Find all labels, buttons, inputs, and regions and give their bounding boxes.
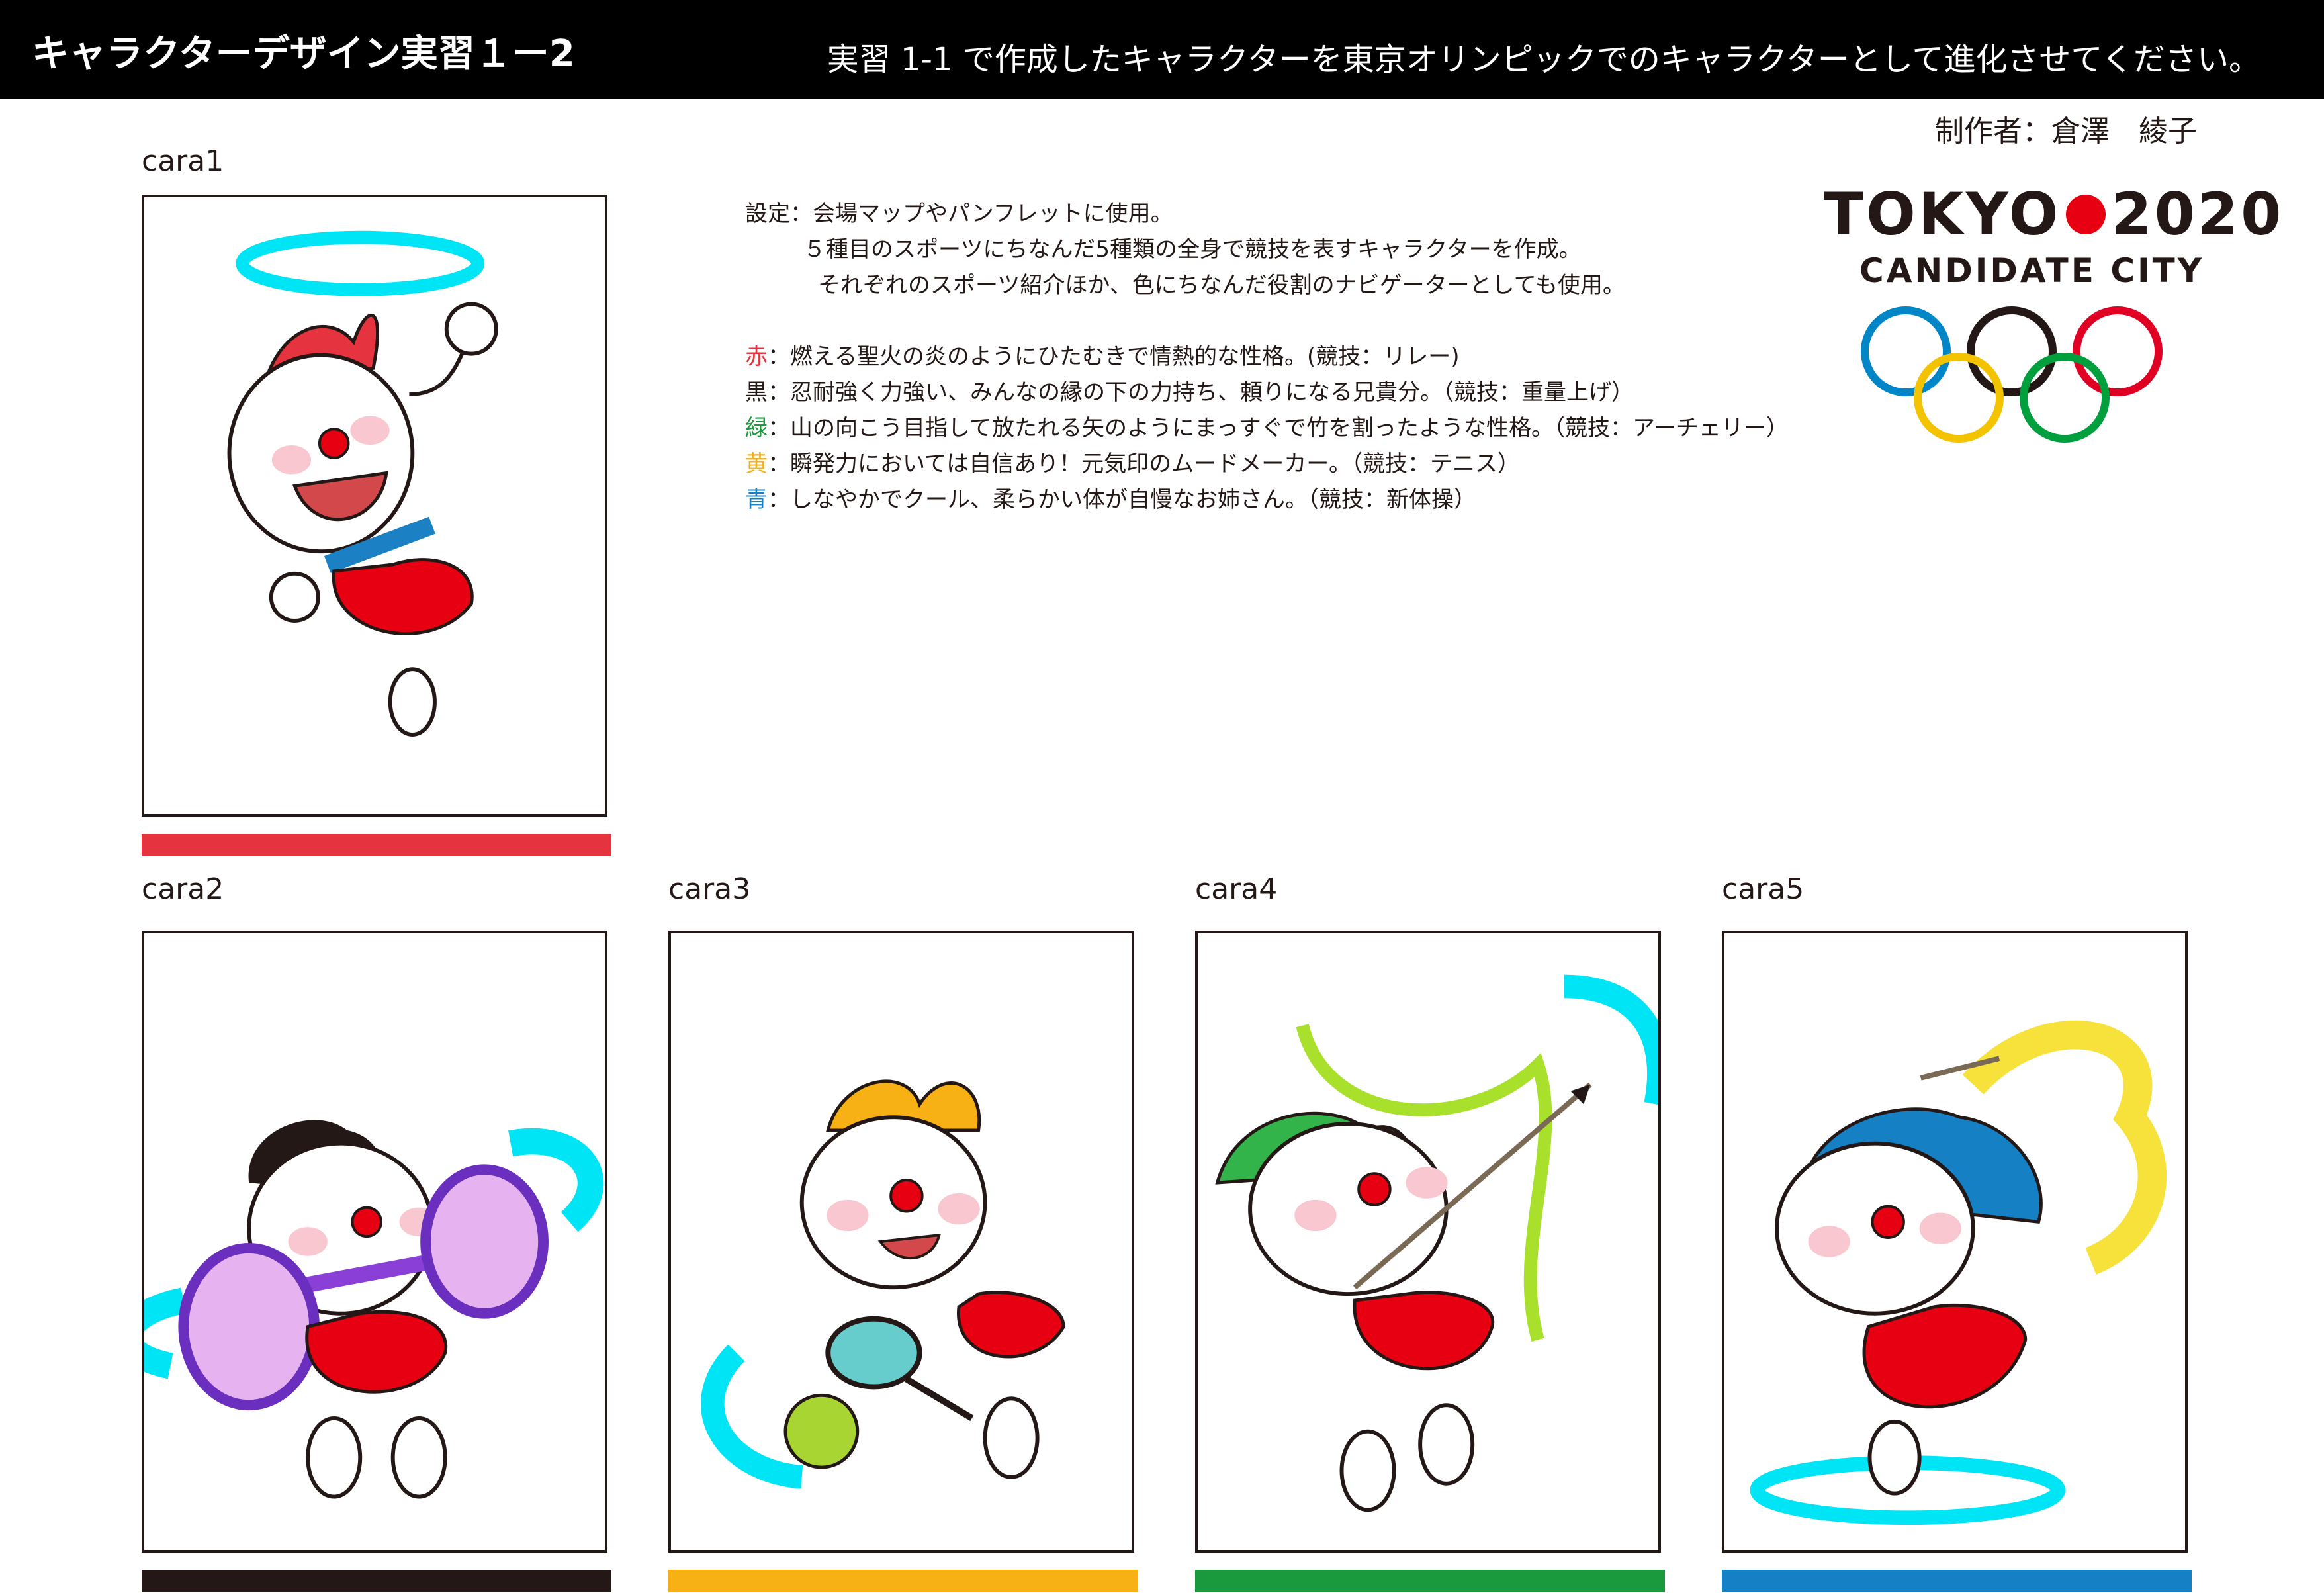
card-label-cara4: cara4: [1195, 872, 1278, 906]
role-text-black: ：忍耐強く力強い、みんなの縁の下の力持ち、頼りになる兄貴分。（競技：重量上げ）: [768, 379, 1634, 406]
role-key-green: 緑: [745, 415, 768, 441]
card-cara3: [668, 931, 1134, 1553]
color-bar-black: [142, 1570, 611, 1592]
rising-sun-dot-icon: [2066, 195, 2106, 235]
task-description: 実習 1-1 で作成したキャラクターを東京オリンピックでのキャラクターとして進化…: [827, 41, 2260, 78]
role-red: 赤：燃える聖火の炎のようにひたむきで情熱的な性格。(競技：リレー): [745, 339, 1789, 375]
role-black: 黒：忍耐強く力強い、みんなの縁の下の力持ち、頼りになる兄貴分。（競技：重量上げ）: [745, 375, 1789, 410]
role-key-yellow: 黄: [745, 451, 768, 477]
logo-candidate-city: CANDIDATE CITY: [1859, 251, 2204, 290]
card-label-cara1: cara1: [142, 144, 224, 178]
archery-character-icon: [1215, 974, 1658, 1512]
color-bar-green: [1195, 1570, 1665, 1592]
role-yellow: 黄：瞬発力においては自信あり！元気印のムードメーカー。（競技：テニス）: [745, 446, 1789, 482]
color-bar-yellow: [668, 1570, 1138, 1592]
role-key-red: 赤: [745, 343, 768, 370]
card-cara1: [142, 195, 607, 817]
olympic-rings-icon: [1861, 306, 2163, 443]
weightlifting-character-icon: [144, 1120, 604, 1499]
color-bar-blue: [1722, 1570, 2192, 1592]
role-key-black: 黒: [745, 379, 768, 406]
logo-wordmark: TOKYO 2020: [1824, 180, 2284, 248]
card-cara4: [1195, 931, 1661, 1553]
role-text-green: ：山の向こう目指して放たれる矢のようにまっすぐで竹を割ったような性格。（競技：ア…: [768, 415, 1789, 441]
settings-line-3: それぞれのスポーツ紹介ほか、色にちなんだ役割のナビゲーターとしても使用。: [818, 272, 1625, 298]
relay-character-icon: [227, 230, 498, 737]
role-key-blue: 青: [745, 486, 768, 513]
settings-line-2: ５種目のスポーツにちなんだ5種類の全身で競技を表すキャラクターを作成。: [803, 236, 1582, 263]
logo-year: 2020: [2111, 180, 2284, 248]
card-label-cara3: cara3: [668, 872, 751, 906]
logo-tokyo: TOKYO: [1824, 180, 2061, 248]
role-green: 緑：山の向こう目指して放たれる矢のようにまっすぐで竹を割ったような性格。（競技：…: [745, 410, 1789, 446]
settings-line-1: 設定：会場マップやパンフレットに使用。: [745, 201, 1173, 227]
tokyo-2020-logo: TOKYO 2020 CANDIDATE CITY: [1813, 169, 2281, 454]
gymnastics-character-icon: [1750, 1020, 2167, 1525]
card-label-cara2: cara2: [142, 872, 224, 906]
tennis-character-icon: [701, 1079, 1065, 1489]
settings-text: 設定：会場マップやパンフレットに使用。 ５種目のスポーツにちなんだ5種類の全身で…: [745, 196, 1789, 518]
role-text-blue: ：しなやかでクール、柔らかい体が自慢なお姉さん。（競技：新体操）: [768, 486, 1476, 513]
header-bar: キャラクターデザイン実習１ー2 実習 1-1 で作成したキャラクターを東京オリン…: [0, 0, 2324, 99]
role-text-yellow: ：瞬発力においては自信あり！元気印のムードメーカー。（競技：テニス）: [768, 451, 1520, 477]
card-label-cara5: cara5: [1722, 872, 1805, 906]
role-text-red: ：燃える聖火の炎のようにひたむきで情熱的な性格。(競技：リレー): [768, 343, 1460, 370]
card-cara2: [142, 931, 607, 1553]
author-credit: 制作者：倉澤 綾子: [1935, 114, 2197, 148]
card-cara5: [1722, 931, 2188, 1553]
role-blue: 青：しなやかでクール、柔らかい体が自慢なお姉さん。（競技：新体操）: [745, 482, 1789, 518]
color-bar-red: [142, 834, 611, 856]
page-title: キャラクターデザイン実習１ー2: [32, 32, 575, 75]
